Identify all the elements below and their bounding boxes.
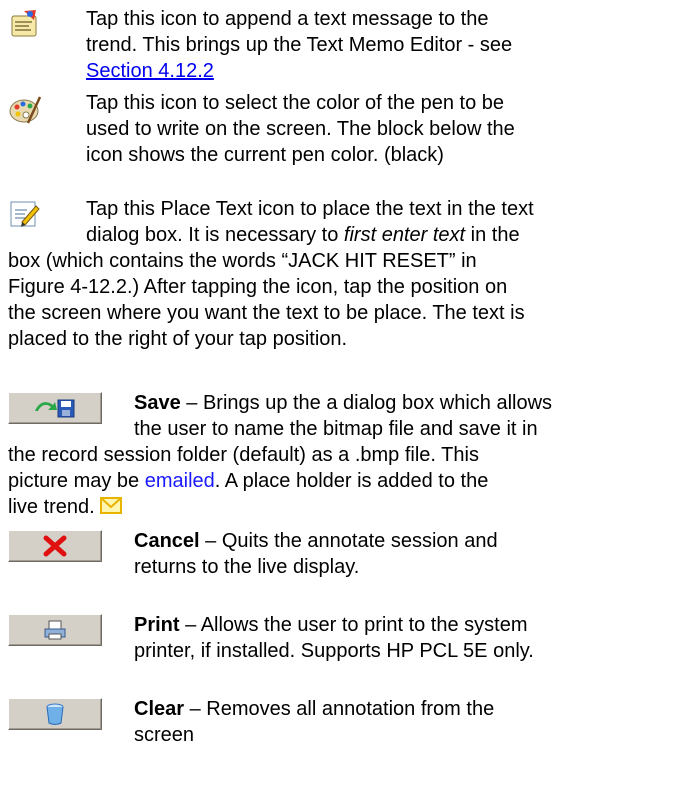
save-title: Save <box>134 392 181 414</box>
memo-note-icon[interactable] <box>8 8 42 42</box>
save-line-5: live trend. <box>8 496 95 518</box>
place-text-line-3: box (which contains the words “JACK HIT … <box>8 250 477 272</box>
place-text-line-4: Figure 4-12.2.) After tapping the icon, … <box>8 276 508 298</box>
envelope-icon <box>100 497 123 514</box>
printer-icon <box>44 620 66 640</box>
cancel-description: Cancel – Quits the annotate session and … <box>134 528 690 580</box>
section-4-12-2-link[interactable]: Section 4.12.2 <box>86 60 214 82</box>
place-text-line-1: Tap this Place Text icon to place the te… <box>86 198 534 220</box>
trash-bin-icon <box>46 703 64 725</box>
memo-description: Tap this icon to append a text message t… <box>86 6 690 84</box>
cancel-button[interactable] <box>8 530 102 562</box>
save-floppy-icon <box>35 399 75 418</box>
print-description: Print – Allows the user to print to the … <box>134 612 690 664</box>
memo-line-2: trend. This brings up the Text Memo Edit… <box>86 34 513 56</box>
clear-button[interactable] <box>8 698 102 730</box>
memo-line-1: Tap this icon to append a text message t… <box>86 8 489 30</box>
print-title: Print <box>134 614 180 636</box>
save-description: the record session folder (default) as a… <box>8 442 690 520</box>
place-text-line-6: placed to the right of your tap position… <box>8 328 348 350</box>
clear-title: Clear <box>134 698 185 720</box>
place-text-line-5: the screen where you want the text to be… <box>8 302 525 324</box>
cancel-line-2: returns to the live display. <box>134 556 360 578</box>
paint-palette-icon[interactable] <box>8 93 42 127</box>
palette-line-3: icon shows the current pen color. (black… <box>86 144 444 166</box>
save-description-indent: Save – Brings up the a dialog box which … <box>134 390 690 442</box>
save-button[interactable] <box>8 392 102 424</box>
save-line-2: the user to name the bitmap file and sav… <box>134 418 538 440</box>
cancel-x-icon <box>43 535 67 557</box>
save-line-3: the record session folder (default) as a… <box>8 444 479 466</box>
print-line-2: printer, if installed. Supports HP PCL 5… <box>134 640 534 662</box>
palette-line-2: used to write on the screen. The block b… <box>86 118 515 140</box>
palette-line-1: Tap this icon to select the color of the… <box>86 92 505 114</box>
cancel-title: Cancel <box>134 530 200 552</box>
emailed-link[interactable]: emailed <box>145 470 215 492</box>
clear-description: Clear – Removes all annotation from the … <box>134 696 690 748</box>
clear-line-2: screen <box>134 724 195 746</box>
place-text-pencil-icon[interactable] <box>8 198 40 230</box>
place-text-description: box (which contains the words “JACK HIT … <box>8 248 690 352</box>
place-text-line-2: dialog box. It is necessary to first ent… <box>86 224 520 246</box>
place-text-description-indent: Tap this Place Text icon to place the te… <box>86 196 690 248</box>
palette-description: Tap this icon to select the color of the… <box>86 90 690 168</box>
print-button[interactable] <box>8 614 102 646</box>
